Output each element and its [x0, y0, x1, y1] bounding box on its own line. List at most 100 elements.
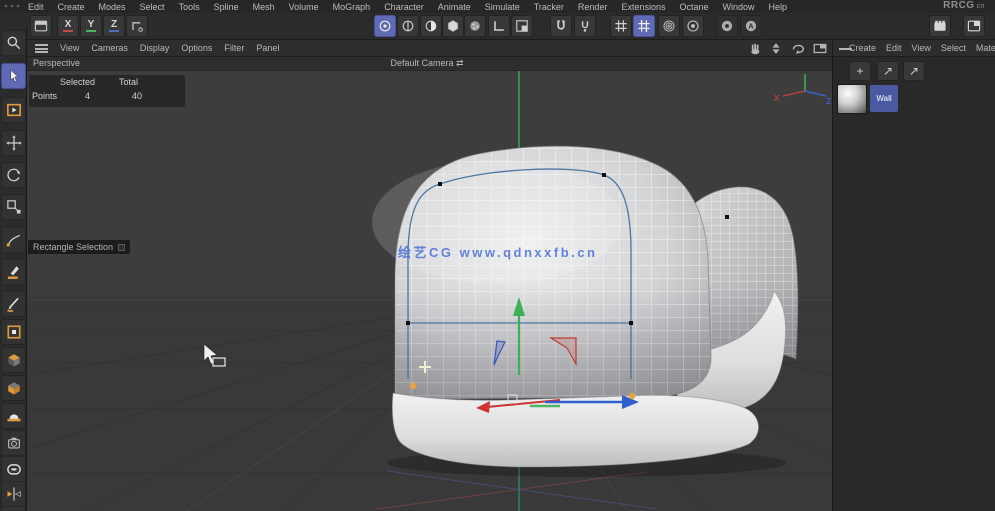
viewport-watermark: 绘艺CG www.qdnxxfb.cn [398, 245, 597, 260]
workplane-axis-icon[interactable] [126, 15, 148, 37]
tweak-tool[interactable] [1, 97, 26, 123]
tool-options-icon[interactable] [118, 243, 126, 251]
rotate-view-icon[interactable] [790, 42, 806, 55]
locked-workplane-icon[interactable] [716, 15, 738, 37]
menu-character[interactable]: Character [384, 2, 424, 12]
object-axis-mode-icon[interactable] [397, 15, 419, 37]
cube-bottom-tool[interactable] [1, 375, 26, 401]
polygon-mode-icon[interactable] [442, 15, 464, 37]
rectangle-tool[interactable] [1, 319, 26, 345]
live-selection-tool[interactable] [1, 63, 26, 89]
move-tool[interactable] [1, 130, 26, 156]
camera-swap-icon[interactable]: ⇄ [456, 58, 464, 68]
mat-menu-create[interactable]: Create [849, 43, 876, 53]
brand-watermark: RRCG cn [943, 0, 985, 11]
menu-modes[interactable]: Modes [99, 2, 126, 12]
left-tool-palette [0, 27, 27, 511]
sketch-tool[interactable] [1, 259, 26, 285]
corner-axis-icon[interactable] [488, 15, 510, 37]
render-settings-icon[interactable] [963, 15, 985, 37]
toggle-views-icon[interactable] [812, 42, 828, 55]
hud-panel: Selected Total Points 4 40 [29, 75, 185, 107]
svg-text:Z: Z [826, 97, 831, 106]
material-preview-sphere[interactable] [837, 84, 867, 114]
menu-simulate[interactable]: Simulate [485, 2, 520, 12]
menu-render[interactable]: Render [578, 2, 608, 12]
mat-menu-edit[interactable]: Edit [886, 43, 902, 53]
vp-menu-options[interactable]: Options [181, 43, 212, 53]
svg-text:A: A [748, 22, 753, 31]
z-axis-lock-button[interactable]: Z [103, 15, 125, 37]
zoom-view-icon[interactable] [768, 42, 784, 55]
active-tool-label: Rectangle Selection [28, 240, 131, 254]
material-name-label[interactable]: Wall [870, 85, 898, 112]
workplane-mode-icon[interactable] [511, 15, 533, 37]
cube-top-tool[interactable] [1, 347, 26, 373]
menu-spline[interactable]: Spline [214, 2, 239, 12]
menu-help[interactable]: Help [769, 2, 788, 12]
menu-animate[interactable]: Animate [438, 2, 471, 12]
menu-octane[interactable]: Octane [679, 2, 708, 12]
mirror-tool[interactable] [1, 481, 26, 507]
handle-dot-right[interactable] [628, 392, 636, 400]
pen-tool[interactable] [1, 227, 26, 253]
pan-view-icon[interactable] [746, 42, 762, 55]
menu-create[interactable]: Create [58, 2, 85, 12]
application-window: Edit Create Modes Select Tools Spline Me… [0, 0, 995, 511]
menu-volume[interactable]: Volume [289, 2, 319, 12]
model-base[interactable] [391, 392, 759, 468]
menu-select[interactable]: Select [140, 2, 165, 12]
knife-tool[interactable] [1, 291, 26, 317]
vp-menu-display[interactable]: Display [140, 43, 170, 53]
x-axis-lock-button[interactable]: X [57, 15, 79, 37]
camera-tool[interactable] [1, 430, 26, 456]
grid-snap-icon[interactable] [610, 15, 632, 37]
vp-menu-panel[interactable]: Panel [256, 43, 279, 53]
viewport-canvas[interactable]: 绘艺CG www.qdnxxfb.cn Y X Z Perspective De… [27, 57, 832, 511]
model-mode-icon[interactable] [374, 15, 396, 37]
viewport-hamburger-icon[interactable] [35, 43, 48, 53]
snap-magnet-icon[interactable] [550, 15, 572, 37]
menu-tracker[interactable]: Tracker [534, 2, 564, 12]
rotate-tool[interactable] [1, 162, 26, 188]
vp-menu-cameras[interactable]: Cameras [91, 43, 128, 53]
viewport-menubar: View Cameras Display Options Filter Pane… [27, 40, 832, 57]
menu-edit[interactable]: Edit [28, 2, 44, 12]
assign-material-alt-button[interactable]: ↗ [903, 61, 925, 81]
mat-menu-material[interactable]: Material [976, 43, 995, 53]
mat-menu-view[interactable]: View [912, 43, 931, 53]
auto-snap-icon[interactable] [574, 15, 596, 37]
menu-extensions[interactable]: Extensions [621, 2, 665, 12]
texture-mode-icon[interactable] [464, 15, 486, 37]
vp-menu-filter[interactable]: Filter [224, 43, 244, 53]
main-menubar: Edit Create Modes Select Tools Spline Me… [0, 0, 995, 13]
model-dome[interactable] [372, 145, 712, 400]
auto-workplane-icon[interactable]: A [740, 15, 762, 37]
menu-window[interactable]: Window [723, 2, 755, 12]
menu-mesh[interactable]: Mesh [253, 2, 275, 12]
search-icon[interactable] [1, 30, 26, 56]
spiral-guide-icon[interactable] [658, 15, 680, 37]
camera-label[interactable]: Default Camera ⇄ [327, 58, 527, 69]
scale-tool[interactable] [1, 194, 26, 220]
capsule-tool[interactable] [1, 456, 26, 482]
render-queue-icon[interactable] [929, 15, 951, 37]
handle-dot-left[interactable] [409, 382, 417, 390]
view-label[interactable]: Perspective [33, 58, 80, 68]
arch-tool[interactable] [1, 403, 26, 429]
add-material-button[interactable]: + [849, 61, 871, 81]
quantize-icon[interactable] [633, 15, 655, 37]
material-manager-panel: + ↗ ↗ Wall [832, 57, 995, 511]
menu-tools[interactable]: Tools [179, 2, 200, 12]
window-layout-icon[interactable] [30, 15, 52, 37]
target-guide-icon[interactable] [682, 15, 704, 37]
point-mode-icon[interactable] [420, 15, 442, 37]
assign-material-button[interactable]: ↗ [877, 61, 899, 81]
menu-mograph[interactable]: MoGraph [333, 2, 371, 12]
y-axis-lock-button[interactable]: Y [80, 15, 102, 37]
cube-outline-tool[interactable] [1, 506, 26, 511]
hud-points-label: Points [32, 91, 58, 101]
vp-menu-view[interactable]: View [60, 43, 79, 53]
hud-total-value: 40 [132, 91, 143, 101]
mat-menu-select[interactable]: Select [941, 43, 966, 53]
